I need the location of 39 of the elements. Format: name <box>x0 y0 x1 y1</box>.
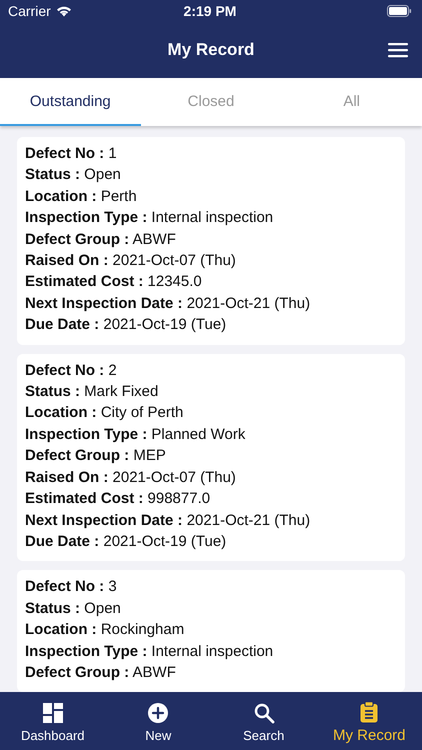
nav-tab[interactable]: Search <box>211 692 316 750</box>
tab[interactable]: Outstanding <box>0 78 141 126</box>
record-field: Status : Mark Fixed <box>25 381 397 402</box>
record-field: Location : Perth <box>25 186 397 208</box>
record-field: Status : Open <box>25 598 397 620</box>
dashboard-icon <box>42 702 64 724</box>
record-field: Next Inspection Date : 2021-Oct-21 (Thu) <box>25 292 397 314</box>
menu-icon[interactable] <box>388 42 408 58</box>
record-field: Defect No : 1 <box>25 143 397 164</box>
record-field: Location : Rockingham <box>25 619 397 641</box>
record-field: Defect No : 2 <box>25 360 397 382</box>
clock-time: 2:19 PM <box>184 3 236 19</box>
record-field: Due Date : 2021-Oct-19 (Tue) <box>25 530 397 552</box>
record-field: Defect Group : MEP <box>25 445 397 467</box>
search-icon <box>252 702 275 724</box>
battery-icon <box>386 5 412 17</box>
record-field: Inspection Type : Internal inspection <box>25 640 397 662</box>
nav-tab[interactable]: Dashboard <box>0 692 106 750</box>
wifi-icon <box>56 5 72 17</box>
record-field: Inspection Type : Planned Work <box>25 424 397 446</box>
screen-title: My Record <box>168 40 254 60</box>
record-field: Defect No : 3 <box>25 576 397 598</box>
record-field: Estimated Cost : 12345.0 <box>25 271 397 293</box>
record-field: Next Inspection Date : 2021-Oct-21 (Thu) <box>25 510 397 531</box>
record-field: Raised On : 2021-Oct-07 (Thu) <box>25 466 397 488</box>
record-card[interactable]: Defect No : 3 Status : Open Location : Rockingham Inspection Type : Internal inspection Defect Group : ABWF <box>17 570 405 692</box>
record-field: Inspection Type : Internal inspection <box>25 207 397 229</box>
plus-circle-icon <box>147 702 170 724</box>
record-field: Defect Group : ABWF <box>25 228 397 250</box>
record-field: Estimated Cost : 998877.0 <box>25 488 397 510</box>
record-field: Due Date : 2021-Oct-19 (Tue) <box>25 314 397 336</box>
record-field: Status : Open <box>25 164 397 186</box>
nav-tab[interactable]: My Record <box>316 692 422 750</box>
clipboard-icon <box>358 700 380 722</box>
record-field: Location : City of Perth <box>25 402 397 424</box>
record-field: Defect Group : ABWF <box>25 662 397 684</box>
nav-tab[interactable]: New <box>106 692 211 750</box>
record-field: Raised On : 2021-Oct-07 (Thu) <box>25 250 397 272</box>
carrier-name: Carrier <box>8 3 51 19</box>
